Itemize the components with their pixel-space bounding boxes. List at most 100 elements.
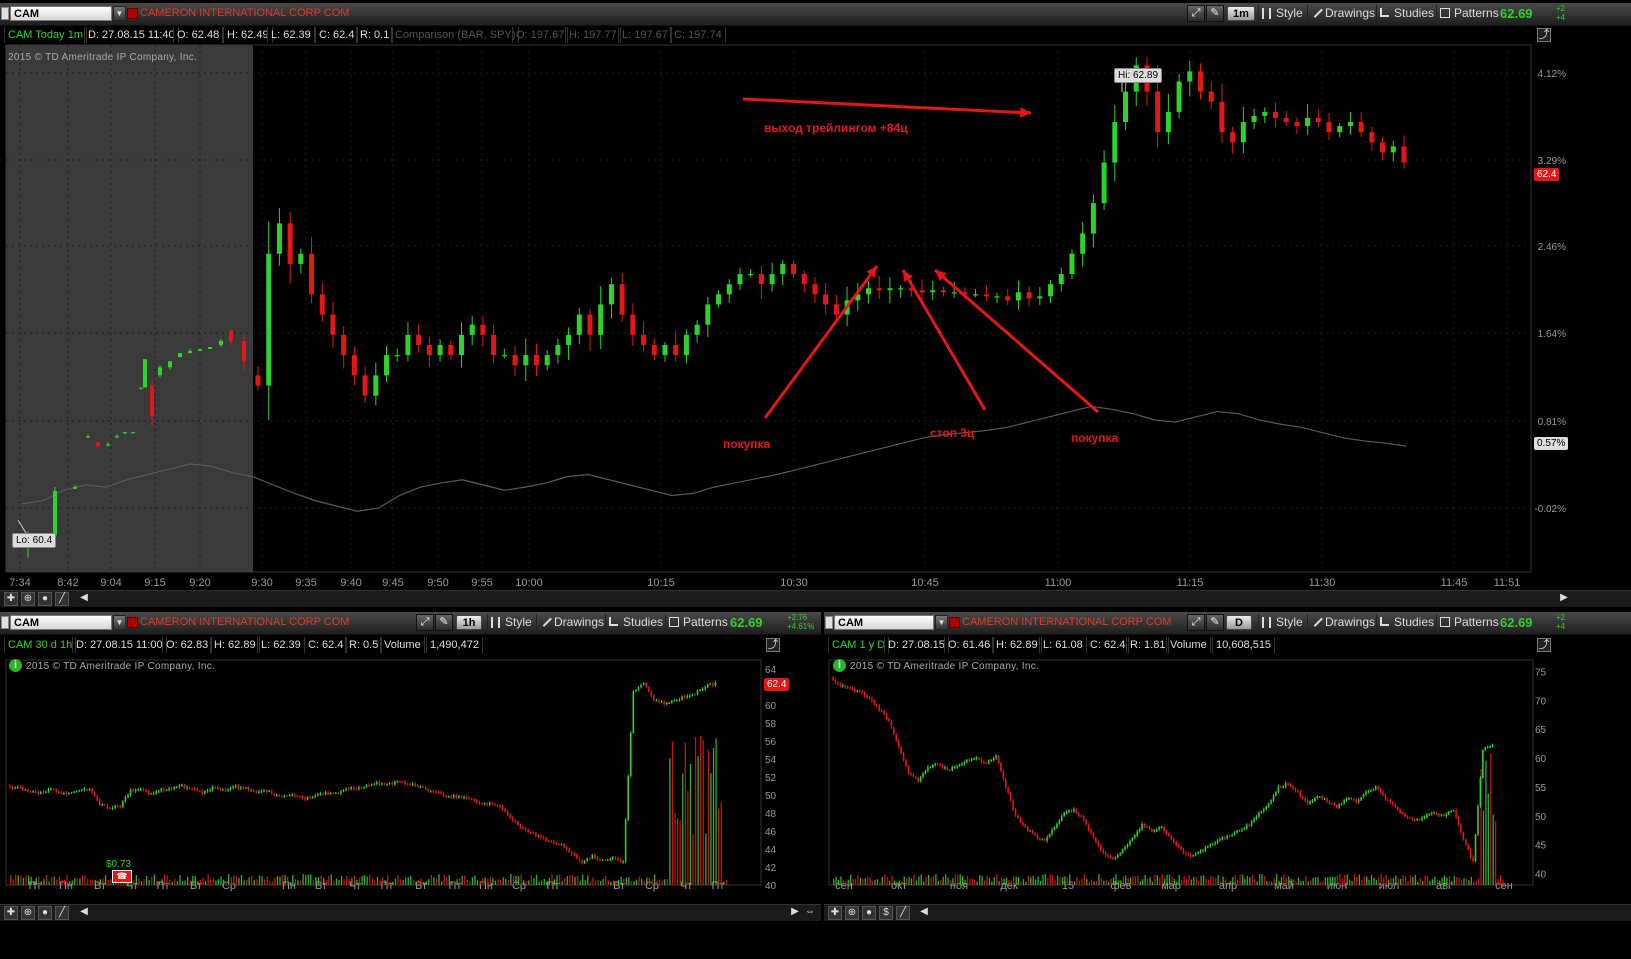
right-svg-volume-bar xyxy=(837,879,840,885)
right-svg-volume-bar xyxy=(1159,877,1161,885)
premarket-candle xyxy=(131,432,135,434)
right-svg-volume-bar xyxy=(1183,876,1185,885)
left-svg-candle xyxy=(42,791,45,794)
main-scroll-right-icon[interactable]: ▶ xyxy=(1557,592,1571,606)
left-svg-volume-bar xyxy=(322,878,325,885)
left-svg-candle xyxy=(450,796,453,798)
right-svg-volume-bar xyxy=(944,874,947,885)
left-svg-candle xyxy=(299,796,301,798)
main-candle xyxy=(276,223,282,254)
main-x-tick: 9:15 xyxy=(144,577,165,589)
left-svg-candle xyxy=(409,784,411,786)
main-candle xyxy=(330,314,336,335)
left-svg-volume-bar xyxy=(194,876,196,885)
left-pan-icon[interactable]: ✚ xyxy=(4,906,18,920)
right-svg-candle xyxy=(1382,791,1384,795)
right-svg-candle xyxy=(1243,828,1246,830)
main-zoom-icon[interactable]: ⊕ xyxy=(21,592,35,606)
right-svg-candle xyxy=(1099,845,1102,850)
left-svg-volume-bar xyxy=(617,879,620,885)
left-svg-volume-bar xyxy=(579,880,581,885)
right-svg-volume-bar xyxy=(923,881,925,885)
right-svg-volume-bar xyxy=(1244,878,1246,885)
right-zoom-icon[interactable]: ⊕ xyxy=(845,906,859,920)
left-svg-volume-bar xyxy=(558,874,561,885)
right-svg-volume-bar xyxy=(1263,875,1266,885)
right-svg-candle xyxy=(1087,824,1090,830)
main-line-icon[interactable]: ╱ xyxy=(55,592,69,606)
right-line-icon[interactable]: ╱ xyxy=(896,906,910,920)
left-svg-volume-bar xyxy=(66,874,68,885)
left-info-icon[interactable]: i xyxy=(9,659,22,672)
main-candle xyxy=(1326,122,1332,133)
main-scroll-left-icon[interactable]: ◀ xyxy=(77,592,91,606)
right-svg-volume-bar xyxy=(1426,875,1429,885)
left-svg-candle xyxy=(196,789,199,791)
right-svg-candle xyxy=(900,747,902,754)
left-svg-volume-bar xyxy=(492,878,494,885)
right-svg-candle xyxy=(1430,813,1433,815)
right-svg-volume-bar xyxy=(1066,877,1068,885)
left-svg-y-tick: 60 xyxy=(765,701,777,712)
left-svg-candle xyxy=(388,782,391,785)
right-magnifier-icon[interactable]: ● xyxy=(862,906,876,920)
right-svg-candle xyxy=(983,761,985,764)
right-svg-volume-bar xyxy=(1142,879,1144,885)
left-svg-candle xyxy=(347,788,350,790)
left-svg-candle xyxy=(576,854,578,859)
left-svg-volume-bar xyxy=(79,878,81,885)
left-svg-candle xyxy=(419,786,422,788)
right-svg-volume-bar xyxy=(1166,874,1168,885)
left-zoom-icon[interactable]: ⊕ xyxy=(21,906,35,920)
left-svg-candle xyxy=(452,795,455,797)
right-chart-canvas[interactable]: 4045505560657075сен окт ноя дек 15 фев мар апр м… xyxy=(824,612,1631,902)
main-candle xyxy=(544,355,550,366)
right-svg-candle xyxy=(854,689,856,692)
left-scroll-right-icon[interactable]: ▶ xyxy=(788,906,802,920)
left-svg-candle xyxy=(237,785,240,789)
right-svg-volume-bar xyxy=(961,875,964,885)
main-magnifier-icon[interactable]: ● xyxy=(38,592,52,606)
main-candle xyxy=(1283,117,1289,123)
right-svg-volume-bar xyxy=(1144,875,1146,885)
right-svg-volume-bar xyxy=(857,875,859,885)
right-svg-candle xyxy=(1095,838,1097,843)
left-svg-candle xyxy=(427,789,429,792)
right-dollar-icon[interactable]: $ xyxy=(879,906,893,920)
right-svg-volume-bar xyxy=(1081,878,1083,885)
right-svg-candle xyxy=(1462,832,1465,840)
right-svg-volume-bar xyxy=(1275,874,1278,885)
left-svg-volume-bar xyxy=(364,875,366,885)
left-svg-volume-bar xyxy=(310,874,312,885)
right-svg-volume-bar xyxy=(898,880,901,885)
right-info-icon[interactable]: i xyxy=(833,659,846,672)
right-svg-volume-bar xyxy=(1039,880,1042,885)
left-scroll-left-icon[interactable]: ◀ xyxy=(77,906,91,920)
left-svg-volume-bar xyxy=(561,880,563,885)
main-pan-icon[interactable]: ✚ xyxy=(4,592,18,606)
right-svg-volume-bar xyxy=(1439,880,1441,885)
right-pan-icon[interactable]: ✚ xyxy=(828,906,842,920)
right-svg-volume-bar xyxy=(1473,881,1475,885)
left-svg-candle xyxy=(596,858,599,860)
main-candle xyxy=(405,334,411,356)
left-svg-x-tick: Пт xyxy=(29,880,42,892)
left-svg-candle xyxy=(317,793,319,796)
left-svg-volume-bar xyxy=(651,879,653,885)
main-chart-canvas[interactable]: 7:34 8:42 9:04 9:15 9:20 9:30 9:35 9:40 9:45 9:50… xyxy=(0,0,1631,590)
left-svg-y-tick: 40 xyxy=(765,881,777,892)
left-line-icon[interactable]: ╱ xyxy=(55,906,69,920)
main-x-tick: 9:20 xyxy=(189,577,210,589)
main-candle xyxy=(973,294,979,296)
left-magnifier-icon[interactable]: ● xyxy=(38,906,52,920)
right-svg-candle xyxy=(1267,803,1270,807)
earnings-icon[interactable]: ☎ xyxy=(112,870,132,883)
right-scroll-left-icon[interactable]: ◀ xyxy=(917,906,931,920)
left-svg-candle xyxy=(19,786,22,789)
left-svg-volume-bar xyxy=(682,773,684,885)
left-expand-horizontal-icon[interactable]: ⇔ xyxy=(803,906,817,920)
main-candle xyxy=(801,274,807,285)
left-svg-volume-bar xyxy=(461,875,463,885)
left-svg-volume-bar xyxy=(307,874,309,885)
left-svg-volume-bar xyxy=(51,876,53,885)
